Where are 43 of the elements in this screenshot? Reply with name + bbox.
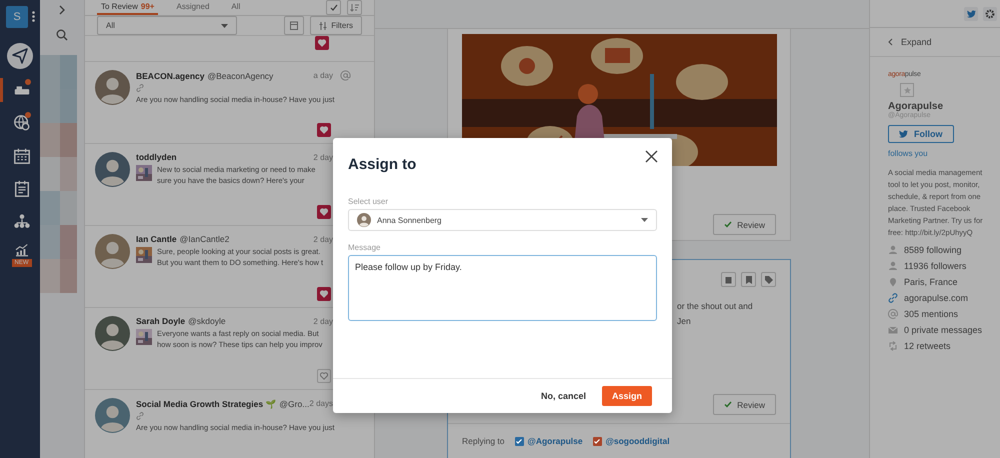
author-name: toddlyden [136,152,177,162]
review-button[interactable]: Review [713,214,776,235]
account-handle[interactable]: @sogooddigital [606,436,670,446]
tab[interactable]: All [227,0,244,15]
tab[interactable]: Assigned [172,0,214,15]
review-button[interactable]: Review [713,394,776,415]
field-label: Message [348,243,382,252]
post-time: a day [313,71,333,80]
author-handle: @skdoyle [188,316,226,326]
user-select[interactable]: Anna Sonnenberg [348,209,657,231]
profile-name: Agorapulse [888,101,944,112]
dialog-title: Assign to [348,156,416,173]
follow-button[interactable]: Follow [888,125,954,143]
field-label: Select user [348,197,390,206]
profile-stat: Paris, France [904,277,958,287]
author-handle: @IanCantle2 [180,234,230,244]
profile-stat: 305 mentions [904,309,958,319]
profile-stat: 8589 following [904,245,962,255]
profile-stat: 11936 followers [904,261,966,271]
profile-stat[interactable]: agorapulse.com [904,293,968,303]
filters-button[interactable]: Filters [310,16,362,35]
author-name: Sarah Doyle [136,316,186,326]
message-field[interactable]: Please follow up by Friday. [348,255,657,321]
profile-stat: 0 private messages [904,325,982,335]
post-time: 2 days [309,399,333,408]
author-name: BEACON.agency [136,70,204,80]
expand-button[interactable]: Expand [870,28,1000,57]
replying-label: Replying to [462,436,505,446]
post-time: 2 day [313,234,333,244]
post-time: 2 day [313,316,333,326]
author-handle: @Gro... [279,398,310,408]
author-name: Ian Cantle [136,234,177,244]
cancel-button[interactable]: No, cancel [540,391,586,401]
profile-stat: 12 retweets [904,341,951,351]
message-text: or the shout out and Jen [677,300,754,328]
post-time: 2 day [313,152,333,162]
tab[interactable]: To Review 99+ [97,0,158,15]
filter-select[interactable]: All [97,16,237,35]
account-handle[interactable]: @Agorapulse [528,436,583,446]
author-handle: @BeaconAgency [208,70,274,80]
follows-you-label: follows you [888,149,928,158]
author-name: Social Media Growth Strategies 🌱 [136,398,276,408]
assign-button[interactable]: Assign [602,386,652,406]
